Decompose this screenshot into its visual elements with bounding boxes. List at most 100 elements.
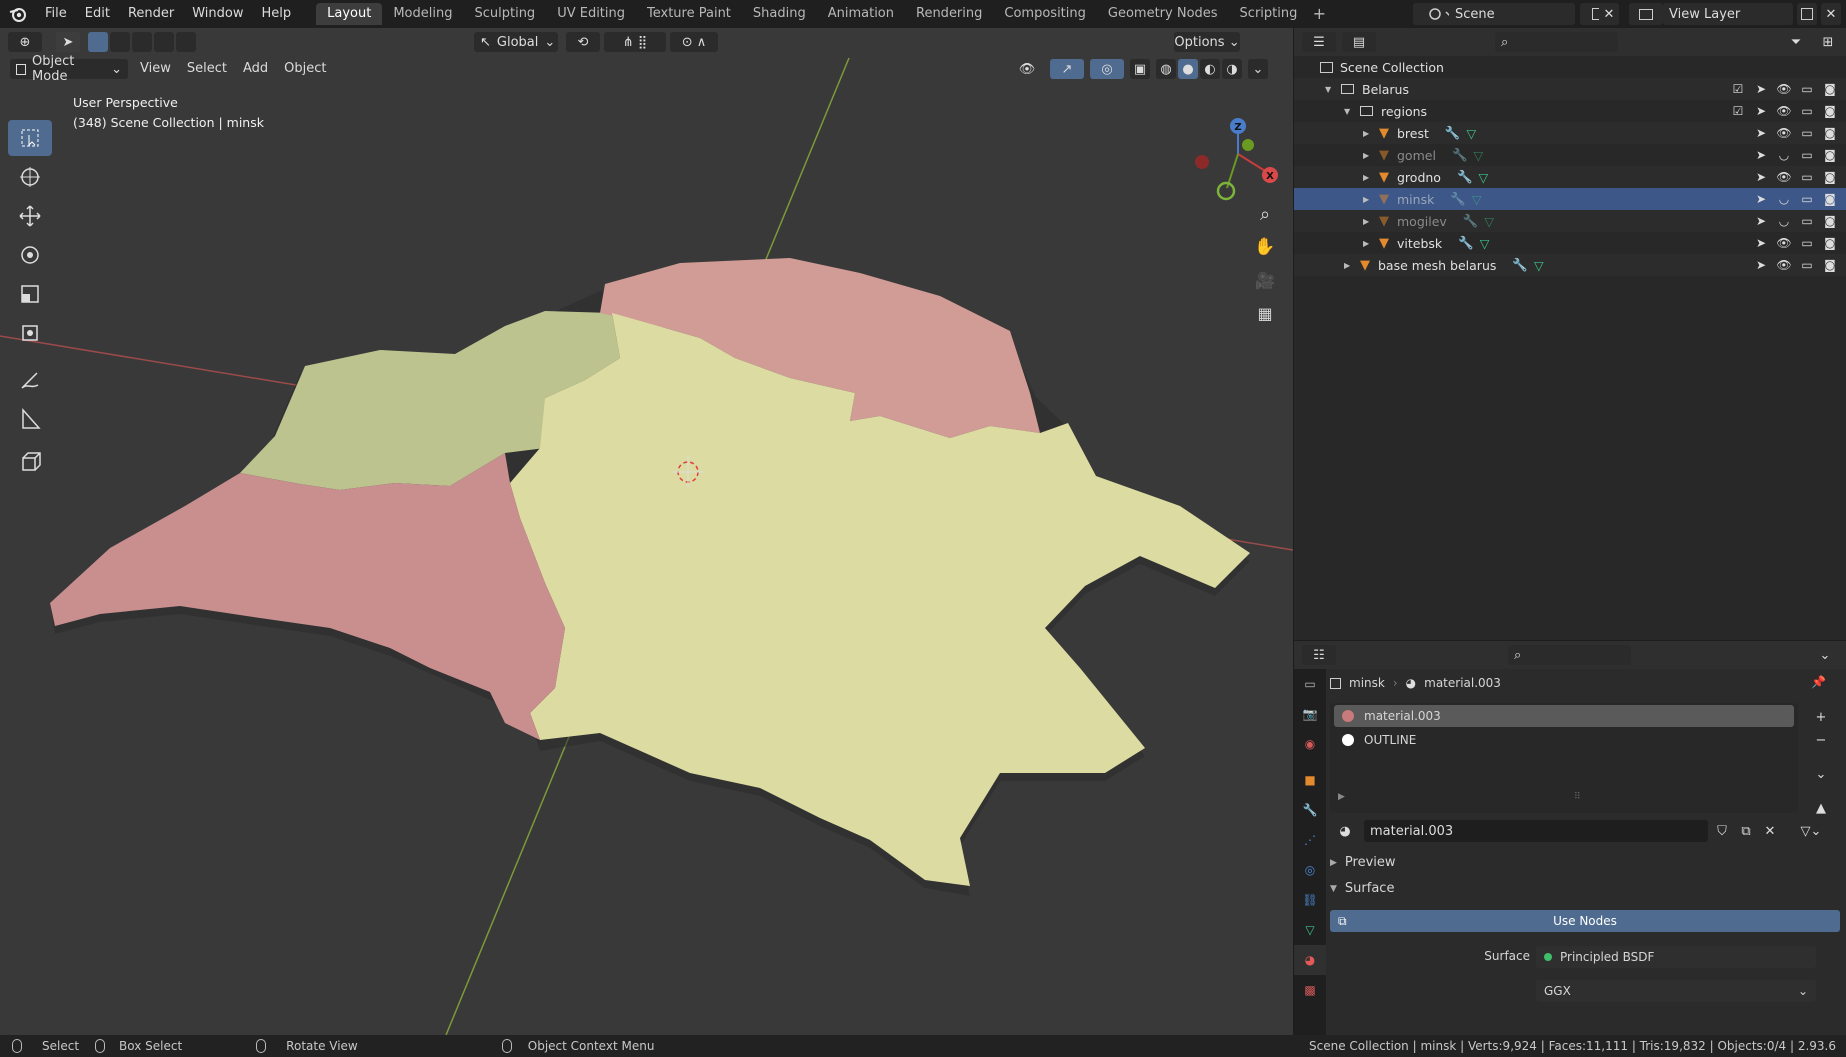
outliner-row-regions[interactable]: ▼ regions ☑ ➤ 👁 ▭ ◙ [1294, 100, 1846, 122]
mesh-data-icon[interactable]: ▽ [1484, 214, 1494, 229]
editor-type-button[interactable]: ⊕ [8, 32, 42, 52]
add-cube-tool[interactable] [8, 444, 52, 480]
proportional-editing-toggle[interactable]: ⊙ ∧ [670, 32, 718, 52]
tab-layout[interactable]: Layout [316, 3, 383, 25]
tab-modifiers[interactable]: 🔧 [1294, 795, 1326, 825]
viewport-menu-select[interactable]: Select [179, 58, 235, 80]
tab-compositing[interactable]: Compositing [993, 3, 1097, 25]
shading-options-dropdown[interactable]: ⌄ [1248, 59, 1268, 79]
select-arrow-icon[interactable]: ➤ [1753, 236, 1769, 250]
tab-texture-paint[interactable]: Texture Paint [636, 3, 742, 25]
mesh-data-icon[interactable]: ▽ [1474, 148, 1484, 163]
surface-panel-header[interactable]: ▼ Surface [1330, 881, 1394, 896]
mesh-data-icon[interactable]: ▽ [1479, 170, 1489, 185]
pan-button[interactable]: ✋ [1250, 232, 1280, 262]
monitor-icon[interactable]: ▭ [1799, 258, 1815, 272]
tab-rendering[interactable]: Rendering [905, 3, 993, 25]
tab-world[interactable]: ◉ [1294, 729, 1326, 759]
browse-material-button[interactable]: ◕ [1330, 820, 1360, 842]
mesh-data-icon[interactable]: ▽ [1466, 126, 1476, 141]
monitor-icon[interactable]: ▭ [1799, 126, 1815, 140]
measure-tool[interactable] [8, 401, 52, 437]
select-new-button[interactable] [88, 32, 108, 52]
tab-sculpting[interactable]: Sculpting [463, 3, 546, 25]
properties-editor-type-button[interactable]: ☷ [1302, 645, 1336, 665]
mesh-data-icon[interactable]: ▽ [1534, 258, 1544, 273]
tab-modeling[interactable]: Modeling [382, 3, 463, 25]
eye-icon[interactable]: 👁 [1776, 126, 1792, 140]
menu-help[interactable]: Help [253, 0, 301, 28]
select-extend-button[interactable] [110, 32, 130, 52]
viewport-menu-view[interactable]: View [132, 58, 179, 80]
view-layer-name-field[interactable]: View Layer [1663, 3, 1793, 25]
modifier-icon[interactable]: 🔧 [1452, 147, 1468, 163]
scale-tool[interactable] [8, 276, 52, 312]
menu-render[interactable]: Render [119, 0, 183, 28]
menu-edit[interactable]: Edit [76, 0, 119, 28]
tab-shading[interactable]: Shading [742, 3, 817, 25]
rotate-tool[interactable] [8, 237, 52, 273]
checkbox-icon[interactable]: ☑ [1730, 104, 1746, 118]
expand-toggle-icon[interactable]: ▼ [1344, 107, 1360, 116]
overlays-toggle[interactable]: ◎ [1090, 59, 1124, 79]
outliner-row-base-mesh-belarus[interactable]: ▶ ▼ base mesh belarus 🔧 ▽ ➤ 👁 ▭ ◙ [1294, 254, 1846, 276]
select-arrow-icon[interactable]: ➤ [1753, 148, 1769, 162]
tab-render[interactable]: 📷 [1294, 699, 1326, 729]
snapping-toggle[interactable]: ⋔ ⣿ [604, 32, 666, 52]
modifier-icon[interactable]: 🔧 [1463, 213, 1479, 229]
pin-icon[interactable]: 📌 [1811, 675, 1826, 689]
navigation-gizmo[interactable]: Z X [1186, 100, 1286, 210]
blender-logo-icon[interactable] [0, 0, 36, 28]
monitor-icon[interactable]: ▭ [1799, 214, 1815, 228]
zoom-button[interactable]: ⌕ [1250, 199, 1280, 229]
use-nodes-button[interactable]: ⧉ Use Nodes [1330, 910, 1840, 932]
expand-toggle-icon[interactable]: ▼ [1325, 85, 1341, 94]
tab-constraints[interactable]: ⛓ [1294, 885, 1326, 915]
outliner-search-input[interactable]: ⌕ [1495, 32, 1618, 52]
gizmo-neg-x-icon[interactable] [1195, 155, 1209, 169]
tab-material[interactable]: ◕ [1294, 945, 1326, 975]
gizmo-toggle[interactable]: ↗ [1050, 59, 1084, 79]
menu-window[interactable]: Window [183, 0, 252, 28]
expand-toggle-icon[interactable]: ▶ [1363, 239, 1379, 248]
surface-shader-field[interactable]: Principled BSDF [1536, 946, 1816, 968]
expand-toggle-icon[interactable]: ▶ [1344, 261, 1360, 270]
xray-toggle[interactable]: ▣ [1130, 59, 1150, 79]
gizmo-y-icon[interactable] [1242, 139, 1254, 151]
eye-closed-icon[interactable]: ◡ [1776, 214, 1792, 228]
options-dropdown[interactable]: Options ⌄ [1174, 32, 1240, 52]
expand-slot-icon[interactable]: ▶ [1338, 792, 1345, 802]
visibility-selector[interactable]: 👁 [1010, 59, 1044, 79]
expand-toggle-icon[interactable]: ▶ [1363, 173, 1379, 182]
scene-collection-row[interactable]: Scene Collection [1294, 56, 1846, 78]
camera-icon[interactable]: ◙ [1822, 236, 1838, 250]
scene-name-field[interactable]: Scene [1449, 3, 1575, 25]
select-arrow-icon[interactable]: ➤ [1753, 126, 1769, 140]
material-name-field[interactable]: material.003 [1364, 820, 1708, 842]
modifier-icon[interactable]: 🔧 [1512, 257, 1528, 273]
tab-data[interactable]: ▽ [1294, 915, 1326, 945]
display-mode-dropdown[interactable]: ▤ [1342, 32, 1376, 52]
select-arrow-icon[interactable]: ➤ [1753, 214, 1769, 228]
monitor-icon[interactable]: ▭ [1799, 192, 1815, 206]
material-shading-button[interactable]: ◐ [1200, 59, 1220, 79]
delete-view-layer-button[interactable]: ✕ [1821, 3, 1841, 25]
viewport-menu-add[interactable]: Add [235, 58, 276, 80]
move-slot-up-button[interactable]: ▲ [1810, 798, 1832, 818]
tab-object[interactable]: ■ [1294, 765, 1326, 795]
perspective-toggle-button[interactable]: ▦ [1250, 298, 1280, 328]
unlink-material-button[interactable]: ✕ [1760, 820, 1780, 842]
material-slot-row[interactable]: material.003 [1334, 705, 1794, 727]
monitor-icon[interactable]: ▭ [1799, 82, 1815, 96]
solid-shading-button[interactable]: ● [1178, 59, 1198, 79]
eye-icon[interactable]: 👁 [1776, 258, 1792, 272]
select-arrow-icon[interactable]: ➤ [1753, 82, 1769, 96]
camera-icon[interactable]: ◙ [1822, 82, 1838, 96]
outliner-row-mogilev[interactable]: ▶ ▼ mogilev 🔧 ▽ ➤ ◡ ▭ ◙ [1294, 210, 1846, 232]
filter-dropdown[interactable]: ⏷ [1779, 32, 1813, 52]
select-arrow-icon[interactable]: ➤ [1753, 104, 1769, 118]
add-workspace-button[interactable]: + [1308, 3, 1330, 25]
expand-toggle-icon[interactable]: ▶ [1363, 151, 1379, 160]
cursor-tool[interactable] [8, 159, 52, 195]
eye-closed-icon[interactable]: ◡ [1776, 148, 1792, 162]
